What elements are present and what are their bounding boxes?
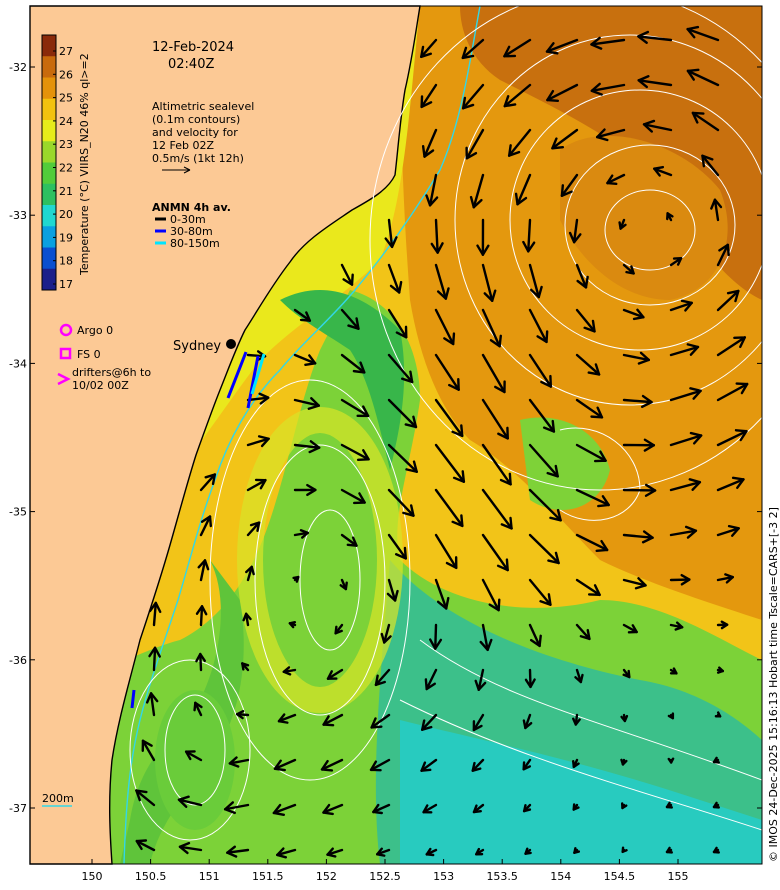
velocity-arrow <box>292 575 300 583</box>
colorbar-tick-label: 27 <box>59 45 73 58</box>
colorbar-segment <box>42 77 56 100</box>
y-tick-label: -37 <box>9 802 27 815</box>
velocity-arrow <box>667 757 675 764</box>
credit: © IMOS 24-Dec-2025 15:16:13 Hobart time … <box>767 507 780 862</box>
drifters-label: 10/02 00Z <box>72 379 129 392</box>
x-tick-label: 153 <box>433 870 454 883</box>
drifters-label: drifters@6h to <box>72 366 151 379</box>
colorbar-tick-label: 23 <box>59 138 73 151</box>
colorbar-tick-label: 21 <box>59 185 73 198</box>
y-tick-label: -33 <box>9 209 27 222</box>
map-date: 12-Feb-2024 <box>152 40 234 55</box>
x-tick-label: 152 <box>316 870 337 883</box>
velocity-arrow <box>524 847 532 855</box>
x-tick-label: 151 <box>199 870 220 883</box>
colorbar-segment <box>42 162 56 185</box>
y-tick-label: -32 <box>9 61 27 74</box>
velocity-arrow <box>669 667 678 675</box>
altimetry-line: (0.1m contours) <box>152 113 240 126</box>
colorbar-label: Temperature (°C) VIIRS_N20 46% ql>=2 <box>78 53 91 276</box>
colorbar-tick-label: 18 <box>59 255 73 268</box>
colorbar-tick-label: 25 <box>59 92 73 105</box>
sydney-label: Sydney <box>173 339 221 354</box>
y-tick-label: -34 <box>9 357 27 370</box>
colorbar-tick-label: 17 <box>59 278 73 291</box>
altimetry-line: Altimetric sealevel <box>152 100 254 113</box>
colorbar-tick-label: 19 <box>59 231 73 244</box>
colorbar-segment <box>42 35 56 57</box>
colorbar-tick-label: 24 <box>59 115 73 128</box>
isobath-label: 200m <box>42 792 74 805</box>
x-tick-label: 154 <box>550 870 571 883</box>
argo-label: Argo 0 <box>77 324 113 337</box>
anmn-item-2: 80-150m <box>170 237 220 250</box>
velocity-arrow <box>572 803 580 811</box>
x-tick-label: 152.5 <box>369 870 401 883</box>
colorbar-segment <box>42 205 56 227</box>
x-tick-label: 154.5 <box>604 870 636 883</box>
x-tick-label: 150.5 <box>135 870 167 883</box>
x-tick-label: 151.5 <box>252 870 284 883</box>
x-tick-label: 155 <box>668 870 689 883</box>
colorbar-segment <box>42 98 56 121</box>
velocity-arrow <box>475 847 485 856</box>
y-tick-label: -36 <box>9 654 27 667</box>
x-tick-label: 150 <box>82 870 103 883</box>
colorbar-segment <box>42 268 56 291</box>
colorbar-tick-label: 22 <box>59 162 73 175</box>
colorbar-tick-label: 26 <box>59 68 73 81</box>
y-tick-label: -35 <box>9 506 27 519</box>
colorbar-segment <box>42 247 56 270</box>
sydney-marker-icon <box>226 339 236 349</box>
altimetry-line: 12 Feb 02Z <box>152 139 214 152</box>
x-tick-label: 153.5 <box>486 870 518 883</box>
colorbar-segment <box>42 120 56 142</box>
altimetry-line: and velocity for <box>152 126 238 139</box>
fs-label: FS 0 <box>77 348 101 361</box>
map-time: 02:40Z <box>168 57 214 72</box>
colorbar-segment <box>42 183 56 206</box>
colorbar-tick-label: 20 <box>59 208 73 221</box>
sst-map: 150 150.5 151 151.5 152 152.5 153 153.5 154 154.5… <box>9 5 780 883</box>
altimetry-line: 0.5m/s (1kt 12h) <box>152 152 244 165</box>
